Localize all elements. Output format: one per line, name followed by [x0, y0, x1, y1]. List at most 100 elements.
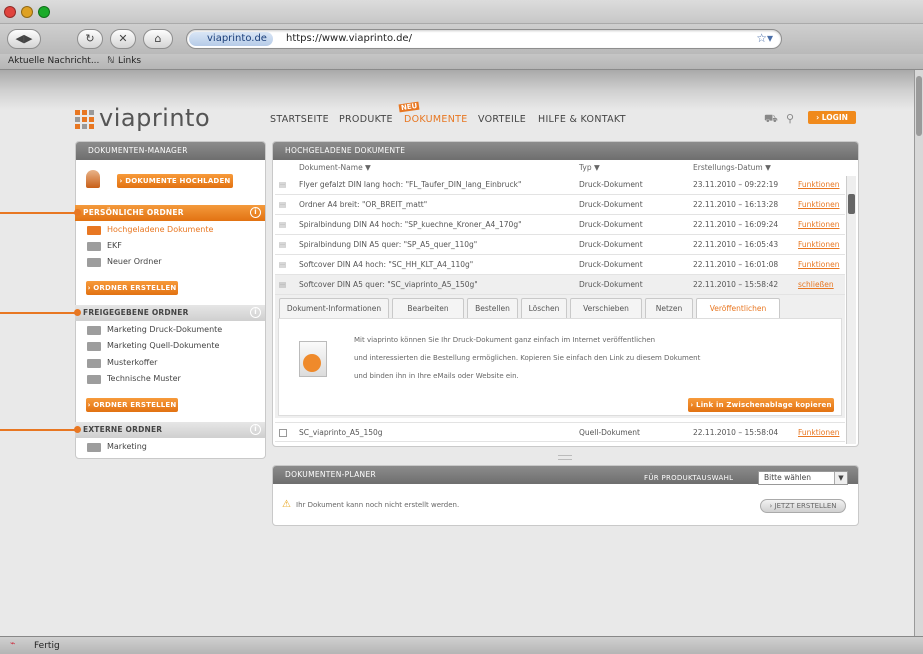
external-folders-header[interactable]: EXTERNE ORDNER i — [75, 422, 265, 438]
scrollbar-thumb[interactable] — [848, 194, 855, 214]
functions-link[interactable]: Funktionen — [798, 175, 840, 195]
planner-message: Ihr Dokument kann noch nicht erstellt we… — [296, 501, 460, 509]
nav-startseite[interactable]: STARTSEITE — [270, 114, 329, 125]
document-name: SC_viaprinto_A5_150g — [299, 428, 383, 437]
document-type: Druck-Dokument — [579, 220, 643, 229]
folder-icon — [87, 359, 101, 368]
login-button[interactable]: › LOGIN — [808, 111, 856, 124]
stop-button[interactable]: ✕ — [110, 29, 136, 49]
shared-folders-header[interactable]: FREIGEGEBENE ORDNER i — [75, 305, 265, 321]
tab-move[interactable]: Verschieben — [570, 298, 642, 318]
table-row[interactable]: ▤ Softcover DIN A4 hoch: "SC_HH_KLT_A4_1… — [275, 255, 845, 275]
status-text: Fertig — [34, 641, 60, 651]
document-manager-header: DOKUMENTEN-MANAGER — [76, 142, 265, 160]
resize-handle[interactable] — [558, 455, 572, 460]
close-link[interactable]: schließen — [798, 275, 834, 295]
document-date: 22.11.2010 – 15:58:04 — [693, 428, 779, 437]
tab-order[interactable]: Bestellen — [467, 298, 518, 318]
folder-icon — [87, 258, 101, 267]
stop-icon: ✕ — [118, 32, 128, 45]
table-row[interactable]: ▤ Spiralbindung DIN A4 hoch: "SP_kuechne… — [275, 215, 845, 235]
checkbox[interactable] — [279, 429, 287, 437]
product-select[interactable]: Bitte wählen ▼ — [758, 471, 848, 485]
table-row-selected[interactable]: ▤ Softcover DIN A5 quer: "SC_viaprinto_A… — [275, 275, 845, 295]
functions-link[interactable]: Funktionen — [798, 195, 840, 215]
functions-link[interactable]: Funktionen — [798, 215, 840, 235]
table-row[interactable]: ▤ Flyer gefalzt DIN lang hoch: "FL_Taufe… — [275, 175, 845, 195]
back-button[interactable]: ◀▶ — [7, 29, 41, 49]
folder-icon — [87, 342, 101, 351]
document-type: Druck-Dokument — [579, 260, 643, 269]
home-button[interactable]: ⌂ — [143, 29, 173, 49]
document-type: Druck-Dokument — [579, 240, 643, 249]
folder-icon — [87, 375, 101, 384]
globe-document-icon — [299, 341, 327, 377]
reload-icon: ↻ — [85, 32, 95, 45]
nav-produkte[interactable]: PRODUKTE — [339, 114, 393, 125]
nav-hilfe-kontakt[interactable]: HILFE & KONTAKT — [538, 114, 626, 125]
minimize-window-button[interactable] — [21, 6, 33, 18]
tab-edit[interactable]: Bearbeiten — [392, 298, 464, 318]
close-window-button[interactable] — [4, 6, 16, 18]
callout-dot — [74, 309, 81, 316]
url-text[interactable]: https://www.viaprinto.de/ — [286, 33, 412, 44]
folder-label: Neuer Ordner — [107, 257, 162, 266]
personal-folders-header[interactable]: PERSÖNLICHE ORDNER i — [75, 205, 265, 221]
column-header-date[interactable]: Erstellungs-Datum ▼ — [693, 163, 771, 172]
search-icon[interactable]: ⚲ — [786, 112, 794, 125]
documents-scrollbar[interactable] — [846, 176, 856, 444]
star-icon[interactable]: ☆▾ — [756, 31, 773, 45]
callout-line — [0, 312, 78, 314]
site-identity-tag[interactable]: viaprinto.de — [189, 32, 273, 46]
tab-delete[interactable]: Löschen — [521, 298, 567, 318]
tab-document-info[interactable]: Dokument-Informationen — [279, 298, 389, 318]
upload-documents-button[interactable]: › DOKUMENTE HOCHLADEN — [117, 174, 233, 188]
page-scrollbar[interactable] — [914, 70, 923, 636]
callout-line — [0, 212, 78, 214]
cart-icon[interactable]: ⛟ — [764, 112, 778, 127]
document-name: Softcover DIN A5 quer: "SC_viaprinto_A5_… — [299, 280, 478, 289]
folder-label: Marketing Druck-Dokumente — [107, 325, 223, 334]
logo-icon — [75, 110, 95, 129]
table-row[interactable]: SC_viaprinto_A5_150g Quell-Dokument 22.1… — [275, 422, 845, 442]
uploaded-documents-header: HOCHGELADENE DOKUMENTE — [273, 142, 858, 160]
folder-label: Marketing — [107, 442, 147, 451]
create-now-button[interactable]: › JETZT ERSTELLEN — [760, 499, 846, 513]
document-date: 22.11.2010 – 16:13:28 — [693, 200, 779, 209]
info-icon[interactable]: i — [250, 307, 261, 318]
callout-line — [0, 429, 78, 431]
info-icon[interactable]: i — [250, 207, 261, 218]
zoom-window-button[interactable] — [38, 6, 50, 18]
create-folder-button[interactable]: › ORDNER ERSTELLEN — [86, 398, 178, 412]
nav-vorteile[interactable]: VORTEILE — [478, 114, 526, 125]
info-icon[interactable]: i — [250, 424, 261, 435]
create-folder-button[interactable]: › ORDNER ERSTELLEN — [86, 281, 178, 295]
tab-publish[interactable]: Veröffentlichen — [696, 298, 780, 318]
copy-link-button[interactable]: › Link in Zwischenablage kopieren — [688, 398, 834, 412]
tab-network[interactable]: Netzen — [645, 298, 693, 318]
personal-folders-title: PERSÖNLICHE ORDNER — [83, 208, 184, 217]
folder-label: Musterkoffer — [107, 358, 158, 367]
bookmark-item[interactable]: Aktuelle Nachricht... — [8, 56, 99, 66]
status-bar: ⌁ Fertig — [0, 636, 923, 654]
functions-link[interactable]: Funktionen — [798, 235, 840, 255]
nav-dokumente[interactable]: DOKUMENTE — [404, 114, 468, 125]
document-icon: ▤ — [279, 180, 287, 189]
scrollbar-thumb[interactable] — [916, 76, 922, 136]
reload-button[interactable]: ↻ — [77, 29, 103, 49]
document-type: Druck-Dokument — [579, 180, 643, 189]
column-header-type[interactable]: Typ ▼ — [579, 163, 600, 172]
folder-icon — [87, 326, 101, 335]
bookmark-item[interactable]: Links — [118, 56, 141, 66]
folder-icon — [87, 242, 101, 251]
column-header-name[interactable]: Dokument-Name ▼ — [299, 163, 371, 172]
document-icon: ▤ — [279, 200, 287, 209]
document-icon: ▤ — [279, 220, 287, 229]
document-name: Flyer gefalzt DIN lang hoch: "FL_Taufer_… — [299, 180, 522, 189]
table-row[interactable]: ▤ Ordner A4 breit: "OR_BREIT_matt" Druck… — [275, 195, 845, 215]
table-row[interactable]: ▤ Spiralbindung DIN A5 quer: "SP_A5_quer… — [275, 235, 845, 255]
product-select-value: Bitte wählen — [764, 473, 812, 482]
functions-link[interactable]: Funktionen — [798, 423, 840, 443]
address-bar[interactable]: viaprinto.de https://www.viaprinto.de/ ☆… — [186, 29, 782, 49]
functions-link[interactable]: Funktionen — [798, 255, 840, 275]
